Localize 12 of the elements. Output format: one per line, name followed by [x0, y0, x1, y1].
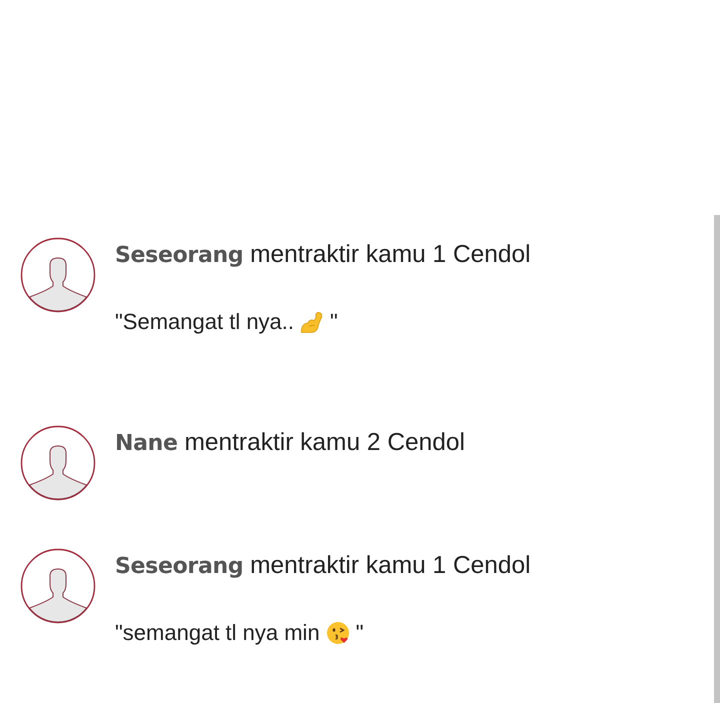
notification-title: Seseorang mentraktir kamu 1 Cendol — [115, 551, 531, 581]
notification-title: Nane mentraktir kamu 2 Cendol — [115, 428, 465, 458]
avatar-icon — [20, 425, 96, 501]
avatar-icon — [20, 548, 96, 624]
notification-message: "Semangat tl nya.. — [115, 308, 294, 336]
notification-title: Seseorang mentraktir kamu 1 Cendol — [115, 240, 531, 270]
notification-message: "semangat tl nya min — [115, 619, 320, 647]
closing-quote: " — [356, 619, 364, 647]
kissing-face-icon — [326, 621, 350, 645]
flexed-arm-icon — [300, 310, 324, 334]
closing-quote: " — [330, 308, 338, 336]
avatar-icon — [20, 237, 96, 313]
